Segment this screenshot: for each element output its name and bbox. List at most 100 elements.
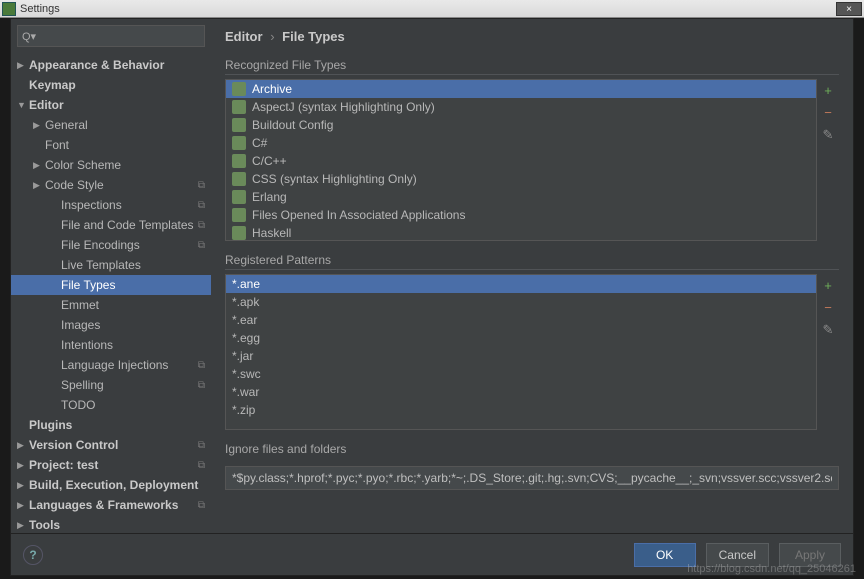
- filetype-label: CSS (syntax Highlighting Only): [252, 172, 417, 186]
- filetype-row[interactable]: C/C++: [226, 152, 816, 170]
- tree-item-label: Tools: [29, 518, 205, 532]
- filetype-row[interactable]: Haskell: [226, 224, 816, 241]
- ignore-input[interactable]: [225, 466, 839, 490]
- scope-icon: ⧉: [198, 200, 205, 211]
- apply-button[interactable]: Apply: [779, 543, 841, 567]
- edit-filetype-button[interactable]: ✎: [820, 127, 836, 143]
- remove-filetype-button[interactable]: −: [820, 105, 836, 121]
- scope-icon: ⧉: [198, 440, 205, 451]
- tree-item-label: General: [45, 118, 205, 132]
- tree-item[interactable]: ▶General: [11, 115, 211, 135]
- tree-item-label: Appearance & Behavior: [29, 58, 205, 72]
- tree-item[interactable]: Intentions: [11, 335, 211, 355]
- filetype-row[interactable]: AspectJ (syntax Highlighting Only): [226, 98, 816, 116]
- pattern-label: *.jar: [232, 349, 253, 363]
- tree-item[interactable]: ▶Tools: [11, 515, 211, 533]
- tree-arrow-icon: ▶: [17, 440, 29, 451]
- search-icon: Q▾: [22, 30, 36, 43]
- ok-button[interactable]: OK: [634, 543, 696, 567]
- breadcrumb: Editor › File Types: [225, 29, 839, 44]
- filetype-icon: [232, 172, 246, 186]
- tree-item-label: Spelling: [61, 378, 194, 392]
- tree-item[interactable]: ▶Appearance & Behavior: [11, 55, 211, 75]
- pattern-row[interactable]: *.swc: [226, 365, 816, 383]
- tree-item[interactable]: Inspections⧉: [11, 195, 211, 215]
- tree-item[interactable]: Keymap: [11, 75, 211, 95]
- search-box[interactable]: Q▾: [17, 25, 205, 47]
- help-button[interactable]: ?: [23, 545, 43, 565]
- recognized-list[interactable]: ArchiveAspectJ (syntax Highlighting Only…: [225, 79, 817, 241]
- filetype-row[interactable]: Erlang: [226, 188, 816, 206]
- pattern-row[interactable]: *.zip: [226, 401, 816, 419]
- pattern-row[interactable]: *.egg: [226, 329, 816, 347]
- tree-item[interactable]: Live Templates: [11, 255, 211, 275]
- tree-item-label: Code Style: [45, 178, 194, 192]
- breadcrumb-root: Editor: [225, 29, 263, 44]
- tree-item[interactable]: Language Injections⧉: [11, 355, 211, 375]
- patterns-tools: + − ✎: [817, 274, 839, 430]
- tree-item[interactable]: Spelling⧉: [11, 375, 211, 395]
- pattern-row[interactable]: *.ane: [226, 275, 816, 293]
- pattern-row[interactable]: *.war: [226, 383, 816, 401]
- tree-arrow-icon: ▶: [17, 460, 29, 471]
- tree-item-label: TODO: [61, 398, 205, 412]
- scope-icon: ⧉: [198, 180, 205, 191]
- tree-item[interactable]: Images: [11, 315, 211, 335]
- tree-item-label: Color Scheme: [45, 158, 205, 172]
- chevron-right-icon: ›: [270, 29, 274, 44]
- tree-item[interactable]: ▶Version Control⧉: [11, 435, 211, 455]
- titlebar: Settings ×: [0, 0, 864, 18]
- settings-dialog: Q▾ ▶Appearance & BehaviorKeymap▼Editor▶G…: [10, 18, 854, 576]
- tree-item[interactable]: ▼Editor: [11, 95, 211, 115]
- tree-item[interactable]: File and Code Templates⧉: [11, 215, 211, 235]
- pattern-label: *.zip: [232, 403, 255, 417]
- filetype-icon: [232, 82, 246, 96]
- tree-item-label: Editor: [29, 98, 205, 112]
- pattern-row[interactable]: *.jar: [226, 347, 816, 365]
- tree-item[interactable]: ▶Code Style⧉: [11, 175, 211, 195]
- filetype-row[interactable]: CSS (syntax Highlighting Only): [226, 170, 816, 188]
- tree-item-label: Languages & Frameworks: [29, 498, 194, 512]
- tree-item[interactable]: Emmet: [11, 295, 211, 315]
- tree-item[interactable]: TODO: [11, 395, 211, 415]
- search-input[interactable]: [38, 29, 200, 43]
- patterns-list[interactable]: *.ane*.apk *.ear *.egg *.jar *.swc *.war *.zip: [225, 274, 817, 430]
- window-title: Settings: [20, 3, 836, 15]
- tree-item[interactable]: ▶Project: test⧉: [11, 455, 211, 475]
- edit-pattern-button[interactable]: ✎: [820, 322, 836, 338]
- tree-item[interactable]: File Types: [11, 275, 211, 295]
- tree-item[interactable]: ▶Color Scheme: [11, 155, 211, 175]
- tree-arrow-icon: ▼: [17, 100, 29, 110]
- filetype-row[interactable]: Buildout Config: [226, 116, 816, 134]
- tree-arrow-icon: ▶: [33, 120, 45, 131]
- add-pattern-button[interactable]: +: [820, 278, 836, 294]
- filetype-row[interactable]: Files Opened In Associated Applications: [226, 206, 816, 224]
- pattern-row[interactable]: *.ear: [226, 311, 816, 329]
- cancel-button[interactable]: Cancel: [706, 543, 769, 567]
- tree-item[interactable]: Plugins: [11, 415, 211, 435]
- tree-item[interactable]: Font: [11, 135, 211, 155]
- settings-tree[interactable]: ▶Appearance & BehaviorKeymap▼Editor▶Gene…: [11, 51, 211, 533]
- tree-arrow-icon: ▶: [17, 60, 29, 71]
- close-button[interactable]: ×: [836, 2, 862, 16]
- filetype-row[interactable]: Archive: [226, 80, 816, 98]
- filetype-row[interactable]: C#: [226, 134, 816, 152]
- filetype-icon: [232, 118, 246, 132]
- pattern-row[interactable]: *.apk: [226, 293, 816, 311]
- add-filetype-button[interactable]: +: [820, 83, 836, 99]
- filetype-label: Haskell: [252, 226, 291, 240]
- pattern-label: *.swc: [232, 367, 261, 381]
- sidebar: Q▾ ▶Appearance & BehaviorKeymap▼Editor▶G…: [11, 19, 211, 533]
- scope-icon: ⧉: [198, 500, 205, 511]
- scope-icon: ⧉: [198, 220, 205, 231]
- recognized-tools: + − ✎: [817, 79, 839, 241]
- ignore-label: Ignore files and folders: [225, 442, 839, 458]
- tree-item-label: Live Templates: [61, 258, 205, 272]
- tree-item[interactable]: ▶Languages & Frameworks⧉: [11, 495, 211, 515]
- tree-item[interactable]: File Encodings⧉: [11, 235, 211, 255]
- pattern-label: *.ear: [232, 313, 257, 327]
- tree-item[interactable]: ▶Build, Execution, Deployment: [11, 475, 211, 495]
- button-bar: ? OK Cancel Apply: [11, 533, 853, 575]
- app-icon: [2, 2, 16, 16]
- remove-pattern-button[interactable]: −: [820, 300, 836, 316]
